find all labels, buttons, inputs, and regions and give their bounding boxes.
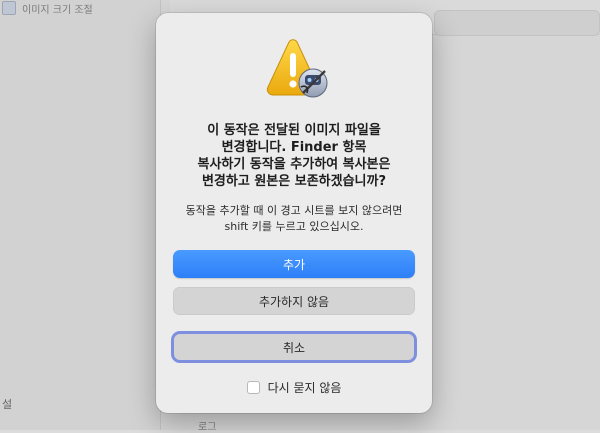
add-button[interactable]: 추가	[173, 250, 415, 278]
alert-dialog: 이 동작은 전달된 이미지 파일을 변경합니다. Finder 항목 복사하기 …	[156, 13, 432, 413]
background-sidebar-item: 이미지 크기 조절	[0, 0, 93, 16]
background-sidebar: 이미지 크기 조절 설	[0, 0, 161, 430]
background-sidebar-item-label: 이미지 크기 조절	[22, 4, 93, 16]
dialog-message: 동작을 추가할 때 이 경고 시트를 보지 않으려면 shift 키를 누르고 …	[185, 204, 403, 233]
background-bottom-label: 로그	[198, 422, 217, 433]
cancel-button[interactable]: 취소	[171, 331, 417, 363]
dialog-title: 이 동작은 전달된 이미지 파일을 변경합니다. Finder 항목 복사하기 …	[197, 123, 391, 189]
dont-ask-again-checkbox[interactable]	[246, 381, 260, 394]
warning-icon	[261, 39, 331, 101]
dont-ask-again-label: 다시 묻지 않음	[267, 381, 342, 395]
background-panel	[434, 10, 600, 36]
background-section-label: 설	[2, 398, 13, 411]
dont-add-button[interactable]: 추가하지 않음	[173, 287, 415, 315]
dont-ask-again-row[interactable]: 다시 묻지 않음	[156, 379, 432, 396]
image-action-icon	[2, 1, 16, 15]
